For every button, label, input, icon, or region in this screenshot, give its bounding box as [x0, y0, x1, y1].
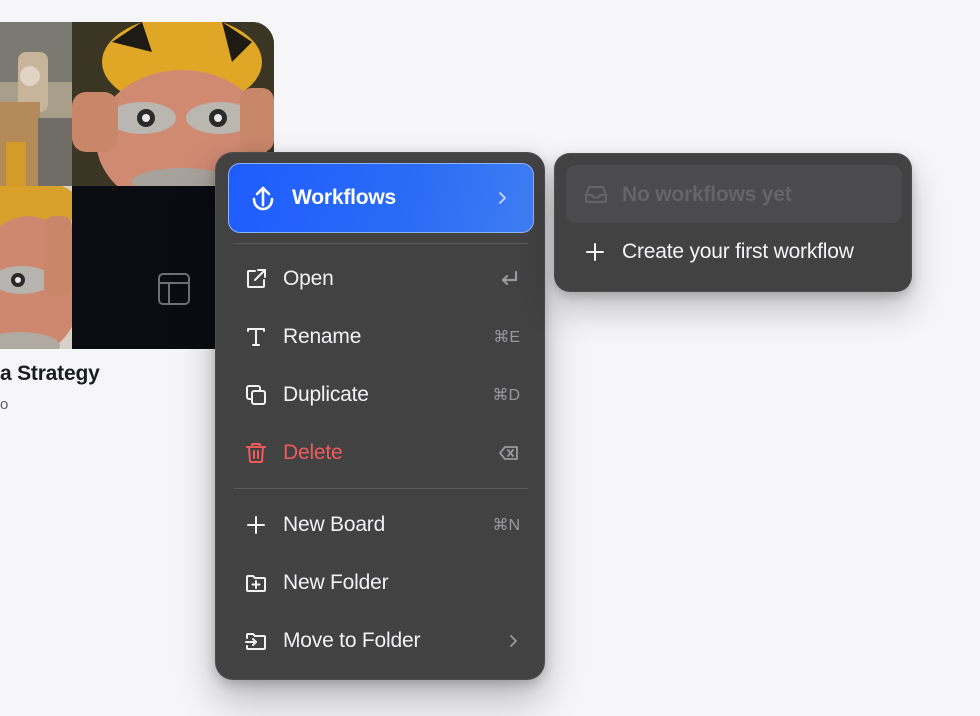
- plus-icon: [244, 513, 268, 537]
- folder-plus-icon: [244, 571, 268, 595]
- menu-divider: [234, 243, 528, 244]
- text-t-icon: [244, 325, 268, 349]
- workflows-submenu: No workflows yet Create your first workf…: [554, 153, 912, 292]
- menu-item-label: Duplicate: [283, 383, 369, 406]
- create-workflow-label: Create your first workflow: [622, 240, 854, 263]
- board-subtitle: o: [0, 396, 9, 413]
- menu-item-label: Workflows: [292, 186, 396, 209]
- return-key-icon: [498, 269, 520, 289]
- menu-item-new-board[interactable]: New Board ⌘N: [228, 501, 534, 549]
- board-title[interactable]: a Strategy: [0, 362, 100, 386]
- menu-item-label: New Board: [283, 513, 386, 536]
- menu-item-label: New Folder: [283, 571, 389, 594]
- menu-item-workflows[interactable]: Workflows: [228, 163, 534, 233]
- menu-item-rename[interactable]: Rename ⌘E: [228, 313, 534, 361]
- menu-item-label: Rename: [283, 325, 362, 348]
- menu-item-open[interactable]: Open: [228, 255, 534, 303]
- menu-item-move-to-folder[interactable]: Move to Folder: [228, 617, 534, 665]
- menu-item-label: Delete: [283, 441, 343, 464]
- folder-move-icon: [244, 629, 268, 653]
- layout-icon: [156, 271, 192, 307]
- copy-icon: [244, 383, 268, 407]
- thumbnail-image-tile: [0, 186, 72, 349]
- menu-item-label: Open: [283, 267, 334, 290]
- menu-item-label: Move to Folder: [283, 629, 421, 652]
- chevron-right-icon: [495, 190, 509, 206]
- trash-icon: [244, 441, 268, 465]
- menu-item-delete[interactable]: Delete: [228, 429, 534, 477]
- external-link-icon: [244, 267, 268, 291]
- no-workflows-placeholder: No workflows yet: [566, 165, 902, 223]
- menu-divider: [234, 488, 528, 489]
- shortcut-label: ⌘D: [492, 387, 520, 404]
- shortcut-label: ⌘N: [492, 517, 520, 534]
- plus-icon: [584, 241, 606, 263]
- inbox-icon: [584, 184, 608, 204]
- shortcut-label: ⌘E: [493, 329, 520, 346]
- menu-item-duplicate[interactable]: Duplicate ⌘D: [228, 371, 534, 419]
- empty-state-label: No workflows yet: [622, 183, 792, 206]
- chevron-right-icon: [506, 631, 520, 651]
- menu-item-new-folder[interactable]: New Folder: [228, 559, 534, 607]
- create-workflow-button[interactable]: Create your first workflow: [566, 226, 902, 280]
- backspace-key-icon: [498, 443, 520, 463]
- thumbnail-image-tile: [0, 22, 72, 186]
- workflow-upload-icon: [249, 184, 277, 212]
- context-menu: Workflows Open Rename ⌘E Duplicate ⌘D De…: [215, 152, 545, 680]
